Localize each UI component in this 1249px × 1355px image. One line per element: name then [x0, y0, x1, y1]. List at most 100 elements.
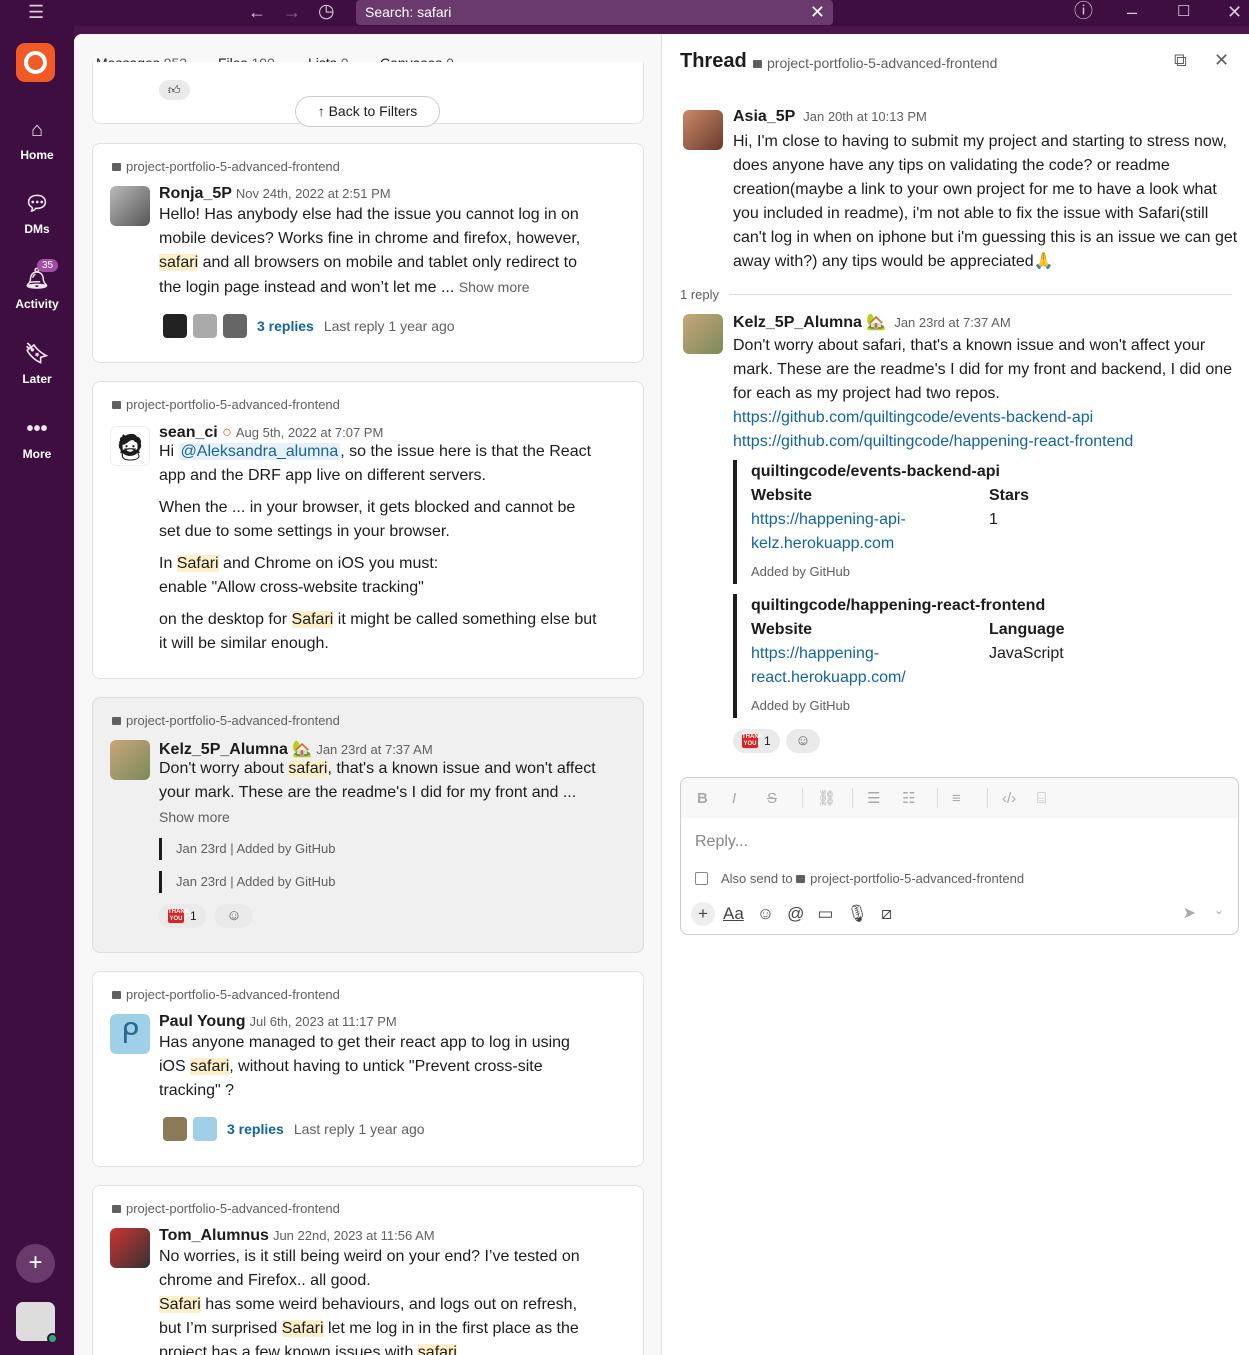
send-icon[interactable]: ➤ [1183, 903, 1196, 923]
result-card[interactable]: project-portfolio-5-advanced-frontend To… [92, 1185, 644, 1355]
home-icon: ⌂ [30, 119, 44, 141]
message-author[interactable]: Tom_Alumnus Jun 22nd, 2023 at 11:56 AM [159, 1227, 435, 1245]
message-author[interactable]: Kelz_5P_Alumna 🏡 Jan 23rd at 7:37 AM [159, 739, 433, 759]
close-thread-icon[interactable]: ✕ [1214, 50, 1229, 71]
clear-search-icon[interactable]: ✕ [810, 0, 825, 25]
reaction-chip[interactable]: THANK YOU 1 [159, 904, 206, 928]
result-channel[interactable]: project-portfolio-5-advanced-frontend [112, 713, 340, 728]
search-input[interactable]: Search: safari ✕ [356, 0, 833, 25]
avatar[interactable] [110, 186, 150, 226]
formatting-toggle-icon[interactable]: Aa [723, 904, 744, 924]
history-icon[interactable]: ◷ [318, 2, 335, 22]
unfurl-title[interactable]: quiltingcode/events-backend-api [751, 460, 1133, 484]
result-channel[interactable]: project-portfolio-5-advanced-frontend [112, 987, 340, 1002]
emoji-icon[interactable]: ☺ [757, 904, 774, 924]
ordered-list-icon[interactable]: ☰ [867, 789, 902, 807]
message-author[interactable]: Kelz_5P_Alumna 🏡 Jan 23rd at 7:37 AM [733, 312, 1011, 332]
link-icon[interactable]: ⛓︎ [817, 789, 852, 807]
code-block-icon[interactable]: ⌸ [1037, 790, 1072, 807]
message-body: Has anyone managed to get their react ap… [159, 1031, 599, 1103]
rail-dms[interactable]: 💬︎ DMs [0, 192, 74, 236]
avatar[interactable] [683, 110, 723, 150]
result-card[interactable]: project-portfolio-5-advanced-frontend ᑭ … [92, 971, 644, 1167]
toolbar-divider [987, 788, 988, 808]
avatar[interactable]: ᑭ [110, 1014, 150, 1054]
blockquote-icon[interactable]: ≡ [952, 790, 987, 807]
close-window-icon[interactable]: ✕ [1227, 2, 1242, 22]
result-card-selected[interactable]: project-portfolio-5-advanced-frontend Ke… [92, 697, 644, 953]
minimize-icon[interactable]: – [1127, 2, 1137, 22]
mention-icon[interactable]: @ [787, 904, 804, 924]
reply-input[interactable]: Reply... [695, 833, 748, 851]
result-channel[interactable]: project-portfolio-5-advanced-frontend [112, 1201, 340, 1216]
rail-activity[interactable]: 35 🔔︎ Activity [0, 259, 74, 311]
back-arrow-icon[interactable]: ← [248, 2, 266, 22]
send-options-chevron-icon[interactable]: ⌄ [1214, 903, 1224, 917]
github-link[interactable]: https://github.com/quiltingcode/happenin… [733, 430, 1241, 454]
result-card[interactable]: project-portfolio-5-advanced-frontend Ro… [92, 143, 644, 363]
create-button[interactable]: + [16, 1244, 55, 1283]
attach-plus-icon[interactable]: + [691, 902, 715, 926]
reply-count[interactable]: 3 replies [227, 1121, 284, 1137]
attachment[interactable]: Jan 23rd | Added by GitHub [159, 838, 336, 860]
rail-home[interactable]: ⌂ Home [0, 118, 74, 162]
avatar[interactable] [110, 1228, 150, 1268]
user-avatar[interactable] [16, 1302, 58, 1344]
reply-count[interactable]: 3 replies [257, 318, 314, 334]
user-mention[interactable]: @Aleksandra_alumna [178, 443, 341, 460]
video-icon[interactable]: ▭ [817, 904, 833, 924]
attachment-date: Jan 23rd [176, 874, 227, 889]
menu-icon[interactable]: ☰ [28, 2, 44, 22]
rail-later[interactable]: 🔖︎ Later [0, 342, 74, 386]
also-send-option[interactable]: Also send to project-portfolio-5-advance… [695, 871, 1024, 886]
open-in-window-icon[interactable]: ⧉ [1174, 50, 1187, 71]
forward-arrow-icon[interactable]: → [283, 2, 301, 22]
link-unfurl[interactable]: quiltingcode/events-backend-api Website S… [733, 460, 1133, 584]
also-send-channel: project-portfolio-5-advanced-frontend [810, 871, 1025, 886]
bullet-list-icon[interactable]: ☷ [902, 789, 937, 807]
workspace-logo[interactable] [16, 43, 55, 82]
message-body: Hi @Aleksandra_alumna, so the issue here… [159, 440, 599, 656]
reaction-chip[interactable]: 👍︎ [159, 80, 190, 100]
italic-icon[interactable]: I [732, 790, 767, 807]
bold-icon[interactable]: B [697, 790, 732, 807]
thread-channel-name: project-portfolio-5-advanced-frontend [767, 55, 998, 71]
code-icon[interactable]: ‹/› [1002, 790, 1037, 807]
result-channel[interactable]: project-portfolio-5-advanced-frontend [112, 159, 340, 174]
message-author[interactable]: Ronja_5P Nov 24th, 2022 at 2:51 PM [159, 185, 391, 203]
unfurl-website-link[interactable]: https://happening-api-kelz.herokuapp.com [751, 508, 931, 556]
reaction-chip[interactable]: THANK YOU 1 [733, 729, 780, 753]
add-reaction-icon[interactable]: ☺ [786, 729, 820, 753]
dms-icon: 💬︎ [24, 193, 50, 215]
maximize-icon[interactable]: ☐ [1177, 2, 1190, 22]
rail-more[interactable]: ••• More [0, 417, 74, 461]
rail-more-label: More [22, 447, 52, 461]
result-channel[interactable]: project-portfolio-5-advanced-frontend [112, 397, 340, 412]
avatar[interactable]: 🧔︎ [110, 426, 150, 466]
microphone-icon[interactable]: 🎙︎ [846, 904, 868, 924]
reply-message-body: Don't worry about safari, that's a known… [733, 334, 1241, 454]
link-unfurl[interactable]: quiltingcode/happening-react-frontend We… [733, 594, 1133, 718]
also-send-checkbox[interactable] [695, 872, 708, 885]
strikethrough-icon[interactable]: S [767, 790, 802, 807]
message-author[interactable]: Paul Young Jul 6th, 2023 at 11:17 PM [159, 1013, 397, 1031]
result-card[interactable]: project-portfolio-5-advanced-frontend 🧔︎… [92, 381, 644, 679]
show-more-link[interactable]: Show more [159, 809, 230, 825]
show-more-link[interactable]: Show more [459, 279, 530, 295]
unfurl-title[interactable]: quiltingcode/happening-react-frontend [751, 594, 1133, 618]
back-to-filters-button[interactable]: ↑ Back to Filters [295, 96, 440, 127]
thread-channel[interactable]: project-portfolio-5-advanced-frontend [753, 55, 997, 71]
avatar[interactable] [683, 314, 723, 354]
help-icon[interactable]: ⓘ [1074, 2, 1093, 22]
github-link[interactable]: https://github.com/quiltingcode/events-b… [733, 406, 1241, 430]
thread-replies[interactable]: 3 replies Last reply 1 year ago [163, 314, 455, 338]
online-status-icon [47, 1333, 58, 1344]
avatar[interactable] [110, 740, 150, 780]
shortcuts-icon[interactable]: ⧄ [881, 904, 892, 924]
unfurl-website-link[interactable]: https://happening-react.herokuapp.com/ [751, 642, 931, 690]
attachment[interactable]: Jan 23rd | Added by GitHub [159, 871, 336, 893]
message-author[interactable]: Asia_5P Jan 20th at 10:13 PM [733, 108, 927, 126]
add-reaction-icon[interactable]: ☺ [215, 904, 253, 928]
thread-replies[interactable]: 3 replies Last reply 1 year ago [163, 1117, 425, 1141]
search-highlight: Safari [281, 1320, 324, 1337]
